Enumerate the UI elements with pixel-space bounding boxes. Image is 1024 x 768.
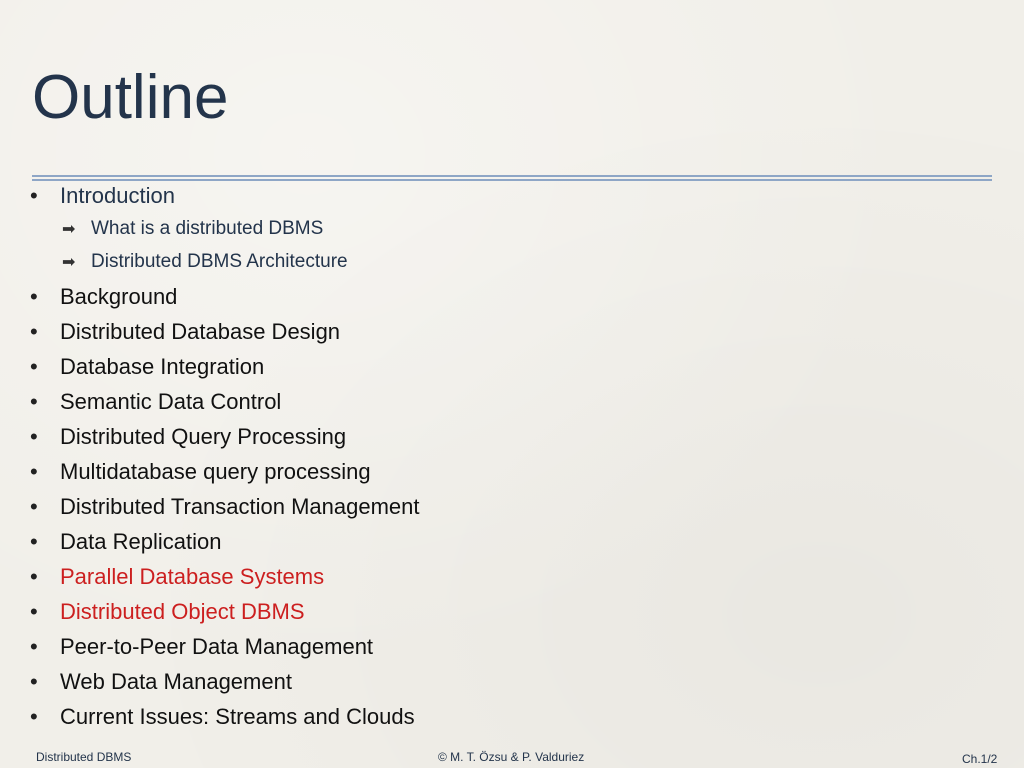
- outline-item-label: Distributed Object DBMS: [60, 599, 305, 624]
- bullet-icon: •: [30, 494, 38, 519]
- outline-item-multidatabase-query: • Multidatabase query processing: [30, 459, 371, 485]
- bullet-icon: •: [30, 599, 38, 624]
- bullet-icon: •: [30, 389, 38, 414]
- outline-item-database-design: • Distributed Database Design: [30, 319, 341, 345]
- outline-item-label: Peer-to-Peer Data Management: [60, 634, 374, 659]
- outline-item-query-processing: • Distributed Query Processing: [30, 424, 347, 450]
- outline-item-label: Semantic Data Control: [60, 389, 282, 414]
- outline-item-label: Multidatabase query processing: [60, 459, 371, 484]
- bullet-icon: •: [30, 319, 38, 344]
- bullet-icon: •: [30, 284, 38, 309]
- outline-item-label: Data Replication: [60, 529, 222, 554]
- outline-item-peer-to-peer: • Peer-to-Peer Data Management: [30, 634, 374, 660]
- outline-item-label: Web Data Management: [60, 669, 292, 694]
- footer-course-name: Distributed DBMS: [36, 750, 132, 764]
- outline-item-parallel-database: • Parallel Database Systems: [30, 564, 325, 590]
- bullet-icon: •: [30, 459, 38, 484]
- bullet-icon: •: [30, 669, 38, 694]
- bullet-icon: •: [30, 564, 38, 589]
- sub-item-label: What is a distributed DBMS: [91, 218, 324, 239]
- outline-item-label: Distributed Query Processing: [60, 424, 347, 449]
- outline-item-introduction: • Introduction: [30, 183, 175, 209]
- outline-item-label: Introduction: [60, 183, 175, 208]
- outline-item-label: Database Integration: [60, 354, 265, 379]
- sub-item-what-is-ddbms: ➡ What is a distributed DBMS: [62, 218, 323, 241]
- title-underline: [32, 175, 992, 181]
- outline-item-label: Parallel Database Systems: [60, 564, 325, 589]
- footer-copyright: © M. T. Özsu & P. Valduriez: [438, 750, 585, 764]
- arrow-icon: ➡: [62, 254, 76, 271]
- bullet-icon: •: [30, 704, 38, 729]
- outline-item-transaction-management: • Distributed Transaction Management: [30, 494, 420, 520]
- outline-item-label: Distributed Database Design: [60, 319, 341, 344]
- bullet-icon: •: [30, 183, 38, 208]
- outline-item-label: Current Issues: Streams and Clouds: [60, 704, 415, 729]
- outline-item-background: • Background: [30, 284, 178, 310]
- sub-item-label: Distributed DBMS Architecture: [91, 251, 348, 272]
- footer-page-number: Ch.1/2: [962, 752, 998, 766]
- outline-item-current-issues: • Current Issues: Streams and Clouds: [30, 704, 415, 730]
- bullet-icon: •: [30, 424, 38, 449]
- bullet-icon: •: [30, 529, 38, 554]
- outline-item-semantic-data-control: • Semantic Data Control: [30, 389, 282, 415]
- slide: Outline • Introduction ➡ What is a distri…: [0, 0, 1024, 768]
- outline-item-label: Distributed Transaction Management: [60, 494, 420, 519]
- outline-item-data-replication: • Data Replication: [30, 529, 222, 555]
- sub-item-architecture: ➡ Distributed DBMS Architecture: [62, 251, 348, 274]
- bullet-icon: •: [30, 634, 38, 659]
- slide-title: Outline: [32, 63, 229, 132]
- outline-item-distributed-object-dbms: • Distributed Object DBMS: [30, 599, 305, 625]
- bullet-icon: •: [30, 354, 38, 379]
- outline-item-label: Background: [60, 284, 178, 309]
- arrow-icon: ➡: [62, 221, 76, 238]
- outline-item-database-integration: • Database Integration: [30, 354, 265, 380]
- outline-item-web-data: • Web Data Management: [30, 669, 292, 695]
